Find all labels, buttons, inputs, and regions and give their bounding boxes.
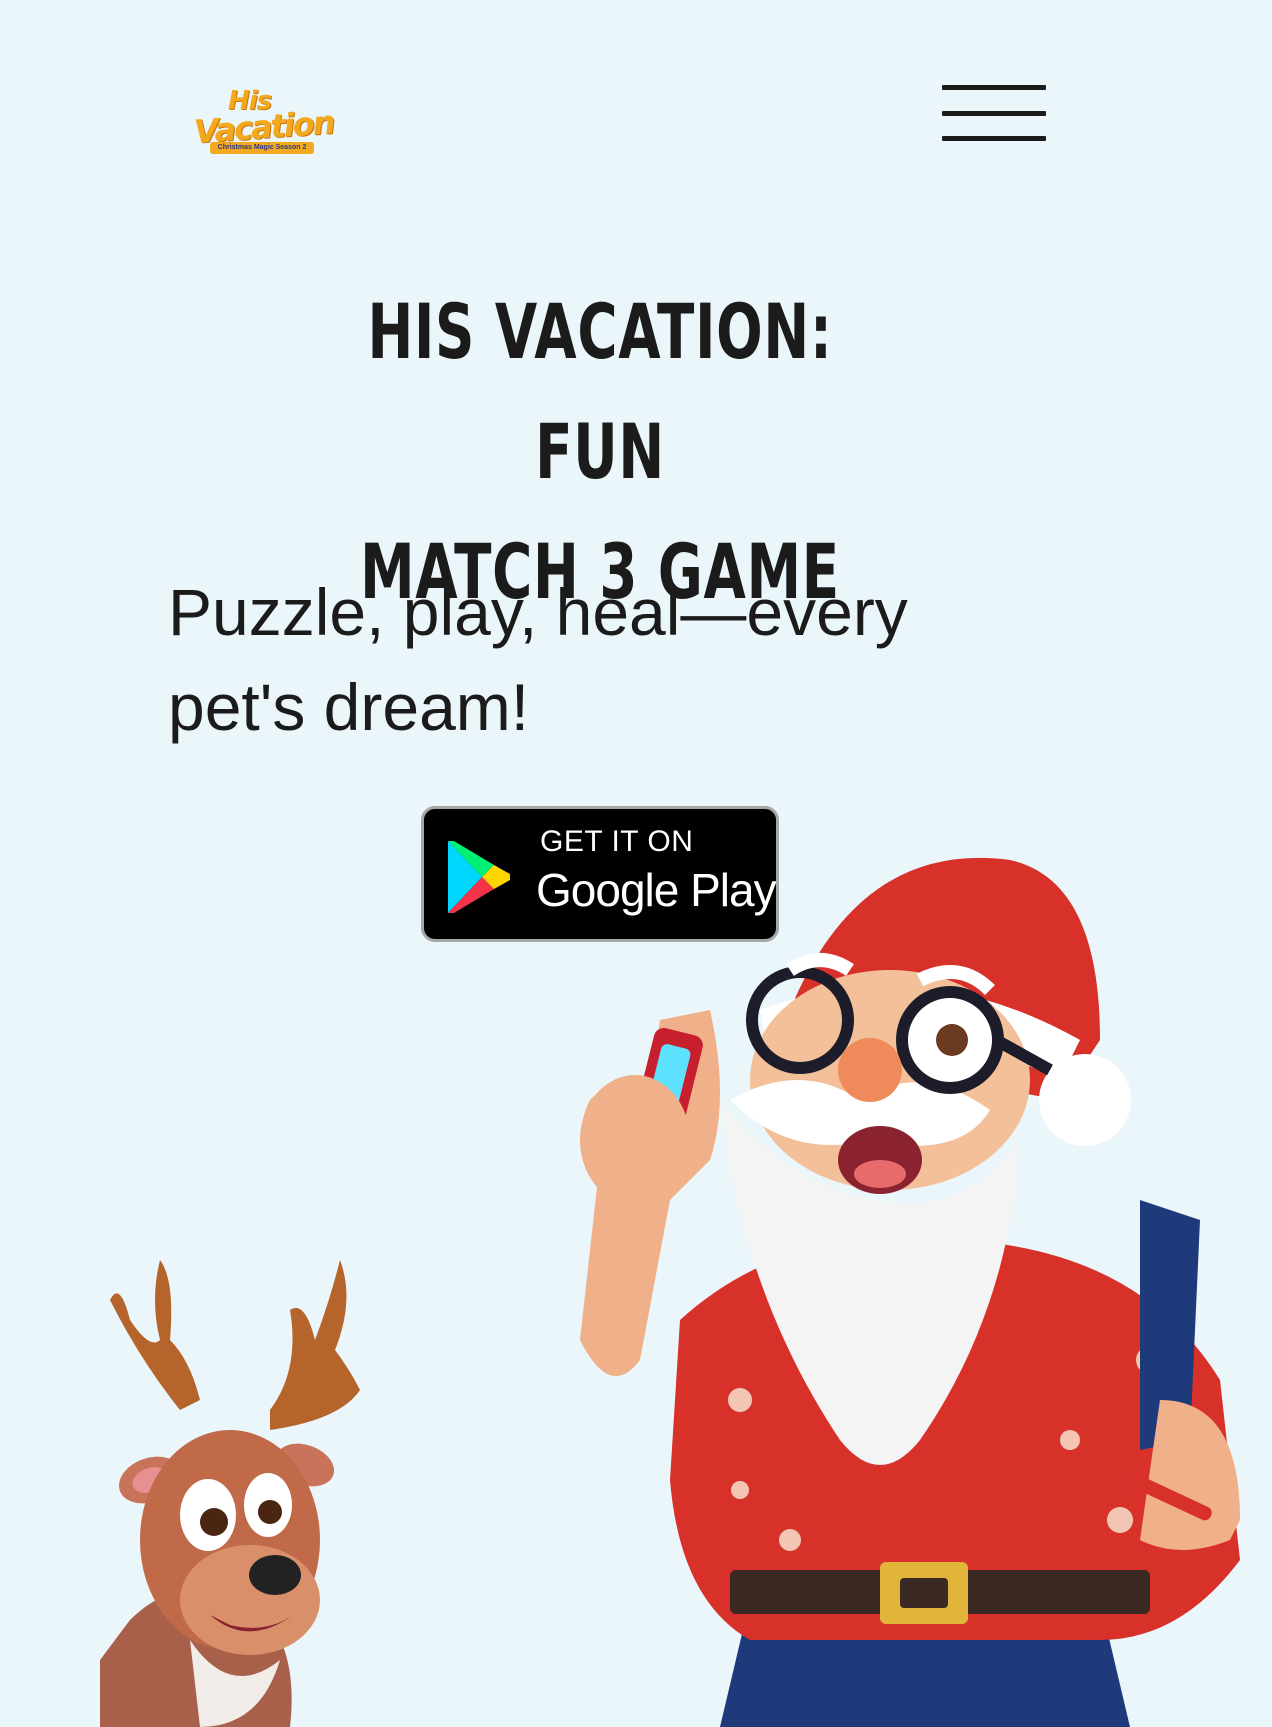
google-play-icon xyxy=(448,841,510,913)
menu-bar xyxy=(942,111,1046,116)
hero-subtitle-line-1: Puzzle, play, heal—every xyxy=(168,575,908,649)
hero-title-line-1: His Vacation: Fun xyxy=(367,287,833,496)
hero-subtitle-line-2: pet's dream! xyxy=(168,670,530,744)
reindeer-illustration xyxy=(100,1260,360,1727)
hamburger-menu-icon[interactable] xyxy=(942,84,1046,142)
site-logo[interactable]: His Vacation Christmas Magic Season 2 xyxy=(192,86,338,160)
landing-page: His Vacation Christmas Magic Season 2 Hi… xyxy=(0,0,1272,1727)
site-header: His Vacation Christmas Magic Season 2 xyxy=(0,0,1272,230)
hero-subtitle: Puzzle, play, heal—every pet's dream! xyxy=(168,565,968,755)
menu-bar xyxy=(942,136,1046,141)
menu-bar xyxy=(942,85,1046,90)
logo-tagline: Christmas Magic Season 2 xyxy=(210,142,314,154)
santa-illustration xyxy=(580,857,1240,1727)
